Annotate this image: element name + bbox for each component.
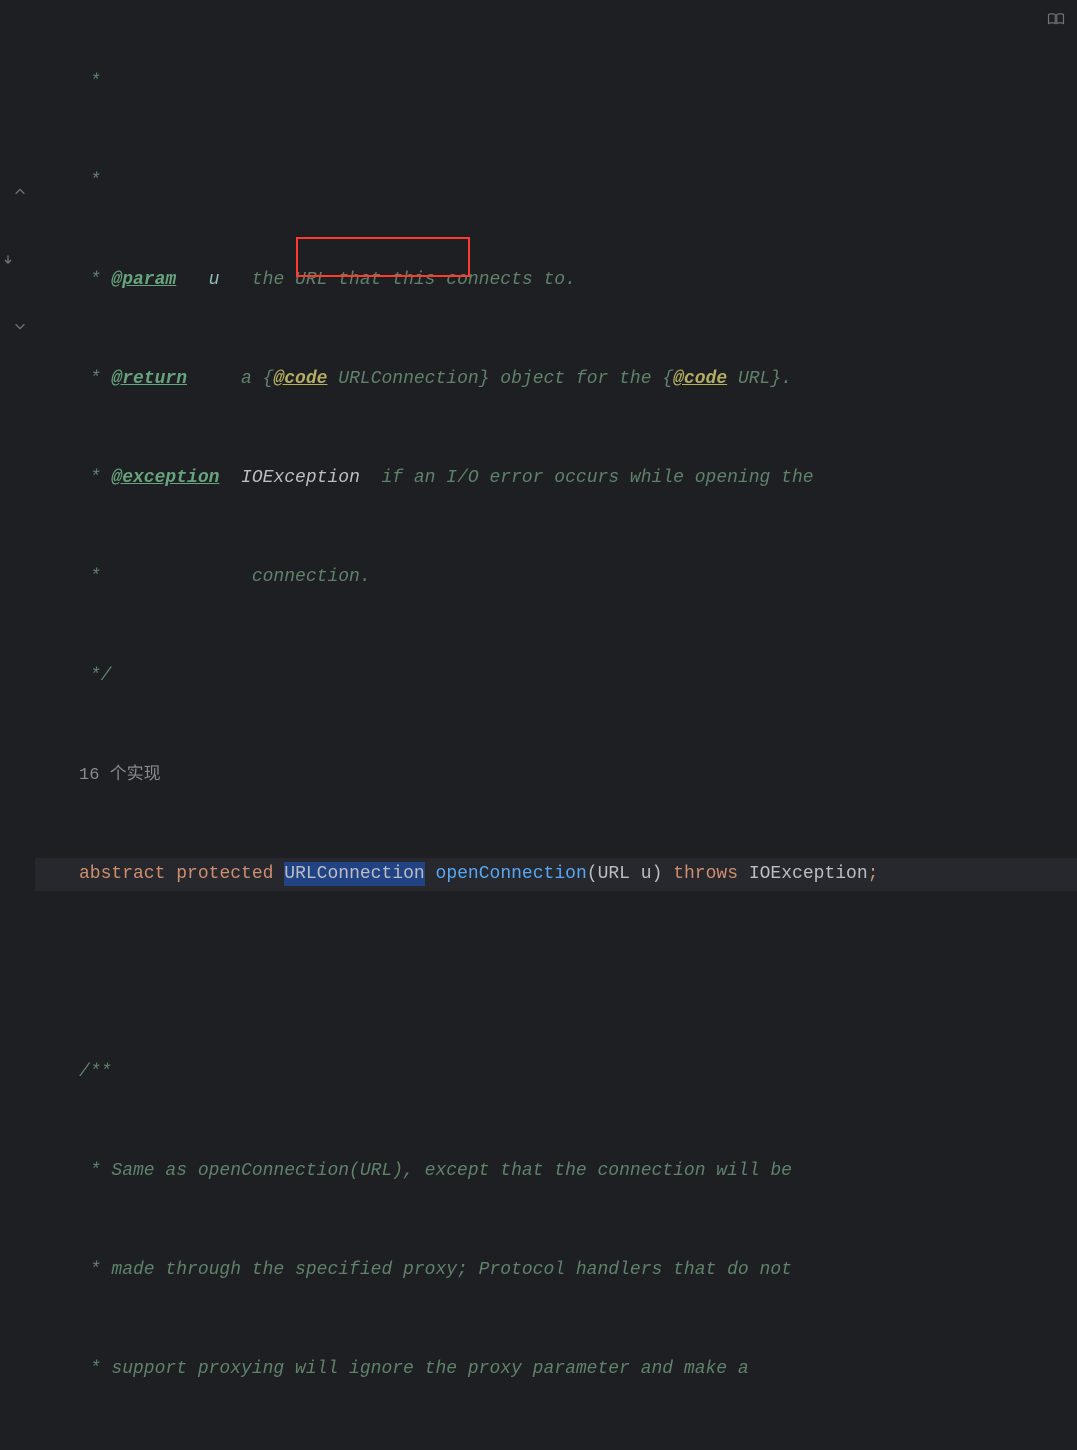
implementations-hint[interactable]: 16 个实现 xyxy=(35,759,1077,792)
code-area[interactable]: * * * @param u the URL that this connect… xyxy=(35,0,1077,725)
selected-return-type[interactable]: URLConnection xyxy=(284,862,424,886)
code-line: * @return a {@code URLConnection} object… xyxy=(35,363,1077,396)
code-line xyxy=(35,957,1077,990)
fold-region-icon[interactable] xyxy=(10,316,30,336)
code-line: */ xyxy=(35,660,1077,693)
code-line: * Same as openConnection(URL), except th… xyxy=(35,1155,1077,1188)
code-line: * xyxy=(35,165,1077,198)
code-line-highlighted: abstract protected URLConnection openCon… xyxy=(35,858,1077,891)
code-line: * @param u the URL that this connects to… xyxy=(35,264,1077,297)
code-line: * made through the specified proxy; Prot… xyxy=(35,1254,1077,1287)
code-line: * connection. xyxy=(35,561,1077,594)
gutter xyxy=(0,0,35,725)
fold-up-icon[interactable] xyxy=(10,182,30,202)
reader-mode-icon[interactable] xyxy=(1047,6,1065,20)
editor[interactable]: * * * @param u the URL that this connect… xyxy=(0,0,1077,725)
code-line: /** xyxy=(35,1056,1077,1089)
code-line: * @exception IOException if an I/O error… xyxy=(35,462,1077,495)
code-line: * support proxying will ignore the proxy… xyxy=(35,1353,1077,1386)
implements-down-icon[interactable] xyxy=(0,250,18,270)
code-line: * xyxy=(35,66,1077,99)
